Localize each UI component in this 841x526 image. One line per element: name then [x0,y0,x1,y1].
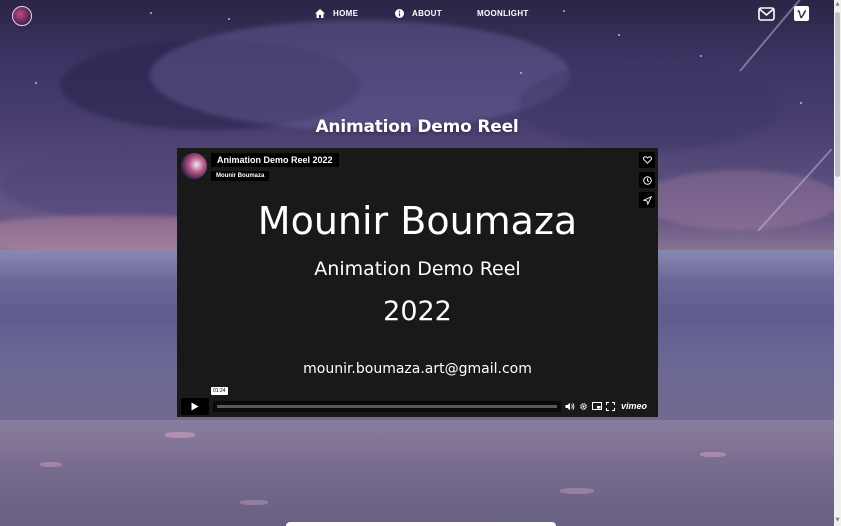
video-controls: 01:24 vimeo [177,387,658,417]
slate-subtitle: Animation Demo Reel [314,258,521,280]
gear-icon [580,402,587,410]
volume-button[interactable] [565,402,575,411]
nav-item-about[interactable]: ABOUT [395,9,477,18]
star [700,55,702,57]
star [35,82,37,84]
mail-button[interactable] [758,6,775,25]
heart-icon [642,156,652,164]
like-button[interactable] [639,152,655,168]
vimeo-logo[interactable]: vimeo [621,401,647,411]
star [520,72,522,74]
pip-button[interactable] [592,402,602,410]
video-title-link[interactable]: Animation Demo Reel 2022 [211,153,339,167]
beach-ground [0,420,841,526]
fullscreen-button[interactable] [606,401,615,411]
nav-about-label: ABOUT [412,9,442,18]
vimeo-profile-button[interactable] [794,6,809,25]
slate-email: mounir.boumaza.art@gmail.com [303,361,532,377]
picture-in-picture-icon [592,402,602,410]
play-icon [191,402,199,411]
fullscreen-icon [606,401,615,411]
pink-rock [700,452,726,457]
settings-button[interactable] [579,402,588,411]
play-button[interactable] [181,398,209,415]
section-title: Animation Demo Reel [315,117,519,137]
progress-bar[interactable] [213,401,561,412]
author-avatar[interactable] [181,153,207,179]
main-nav: HOME ABOUT MOONLIGHT [315,9,529,18]
volume-icon [565,402,575,410]
scroll-thumb[interactable] [835,12,840,177]
video-author-link[interactable]: Mounir Boumaza [211,171,270,181]
pink-rock [560,488,594,494]
nav-item-moonlight[interactable]: MOONLIGHT [477,9,529,18]
watch-later-button[interactable] [639,172,655,188]
site-logo-avatar[interactable] [12,6,32,26]
control-icons: vimeo [565,401,647,411]
mail-icon [758,7,775,21]
top-navigation-bar: HOME ABOUT MOONLIGHT [0,0,834,30]
home-icon [315,9,325,18]
clock-icon [642,175,652,185]
cloud [640,170,840,230]
star [800,102,802,104]
page-scrollbar[interactable]: ▲ ▼ [834,0,841,526]
vimeo-icon [794,6,809,21]
scroll-up-arrow[interactable]: ▲ [834,1,841,9]
content-card-edge [286,522,556,526]
pink-rock [165,432,195,438]
video-player[interactable]: Animation Demo Reel 2022 Mounir Boumaza … [177,148,658,417]
nav-moonlight-label: MOONLIGHT [477,9,529,18]
pink-rock [40,462,62,467]
info-icon [395,9,404,18]
star [618,34,620,36]
slate-name: Mounir Boumaza [257,199,578,243]
scroll-down-arrow[interactable]: ▼ [834,517,841,525]
pink-rock [240,500,268,505]
nav-home-label: HOME [333,9,359,18]
nav-item-home[interactable]: HOME [315,9,395,18]
cloud [150,20,570,130]
current-time-tooltip: 01:24 [211,387,228,395]
slate-year: 2022 [383,296,452,327]
progress-track [217,405,557,408]
